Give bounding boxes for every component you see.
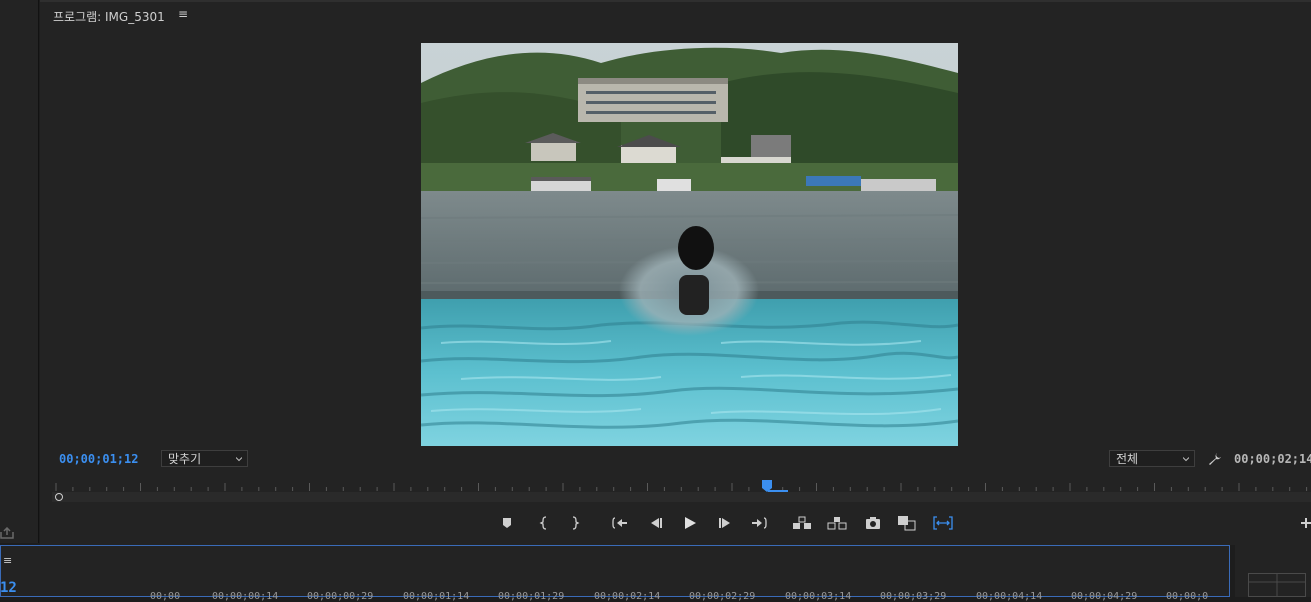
zoom-handle[interactable] (55, 493, 63, 501)
fit-dropdown-label: 맞추기 (168, 452, 202, 466)
add-marker-icon[interactable] (498, 514, 516, 532)
export-frame-icon[interactable] (864, 514, 882, 532)
extract-icon[interactable] (827, 514, 847, 532)
duration-timecode: 00;00;02;14 (1234, 452, 1311, 466)
step-back-icon[interactable] (646, 514, 664, 532)
resolution-dropdown[interactable]: 전체 (1109, 450, 1195, 467)
chevron-down-icon (1183, 457, 1189, 462)
go-to-in-icon[interactable] (611, 514, 629, 532)
settings-wrench-icon[interactable] (1208, 451, 1222, 465)
current-timecode[interactable]: 00;00;01;12 (59, 452, 138, 466)
video-frame (421, 43, 958, 446)
left-panel-strip (0, 0, 39, 543)
scrub-bar[interactable] (52, 492, 1311, 502)
panel-title[interactable]: 프로그램: IMG_5301 (53, 8, 165, 25)
fit-dropdown[interactable]: 맞추기 (161, 450, 248, 467)
add-button-icon[interactable] (1300, 514, 1311, 532)
export-icon[interactable] (0, 524, 14, 539)
playhead[interactable] (762, 479, 788, 493)
mark-out-icon[interactable] (566, 514, 584, 532)
timeline-timecode[interactable]: 12 (0, 580, 17, 596)
lift-icon[interactable] (792, 514, 812, 532)
chevron-down-icon (236, 457, 242, 462)
resolution-dropdown-label: 전체 (1116, 452, 1139, 466)
trim-view-icon[interactable] (933, 514, 953, 532)
panel-menu-icon[interactable]: ≡ (178, 7, 188, 21)
go-to-out-icon[interactable] (750, 514, 768, 532)
audio-meter (1248, 573, 1306, 597)
play-icon[interactable] (681, 514, 699, 532)
mark-in-icon[interactable] (535, 514, 553, 532)
step-forward-icon[interactable] (717, 514, 735, 532)
comparison-view-icon[interactable] (897, 514, 917, 532)
timeline-panel (0, 545, 1230, 597)
timeline-menu-icon[interactable]: ≡ (3, 554, 12, 567)
